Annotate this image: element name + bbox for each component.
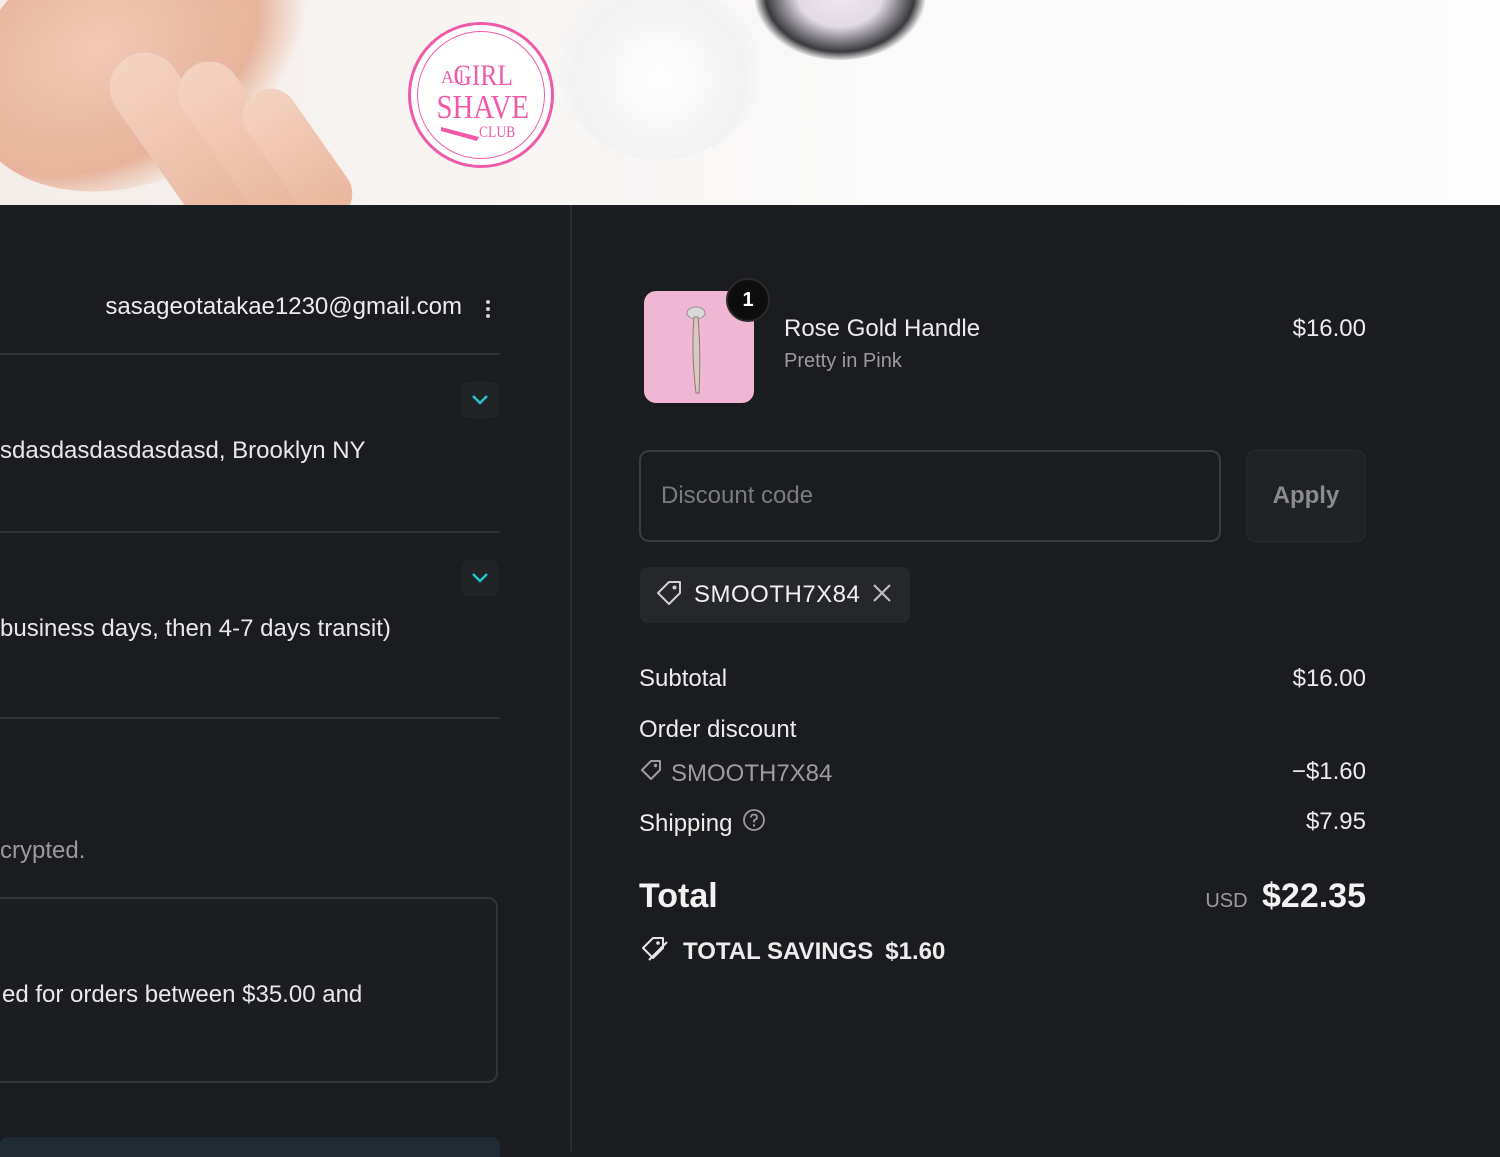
- discount-code-input[interactable]: [639, 450, 1221, 542]
- subtotal-label: Subtotal: [639, 665, 728, 692]
- help-circle-icon[interactable]: [742, 808, 766, 839]
- contact-email: sasageotatakae1230@gmail.com: [105, 293, 462, 320]
- savings-label: TOTAL SAVINGS: [683, 937, 874, 965]
- shipping-value: $7.95: [1305, 808, 1366, 835]
- currency-code: USD: [1205, 890, 1248, 912]
- applied-discount-code: SMOOTH7X84: [694, 581, 861, 608]
- tag-icon: [639, 758, 663, 789]
- savings-value: $1.60: [885, 937, 946, 965]
- total-label: Total: [639, 877, 718, 915]
- svg-text:CLUB: CLUB: [479, 124, 515, 141]
- divider: [0, 353, 500, 355]
- cream-jar-image: [560, 0, 760, 160]
- apply-discount-button[interactable]: Apply: [1246, 450, 1366, 542]
- total-amount: USD $22.35: [1092, 877, 1366, 916]
- order-discount-code-row: SMOOTH7X84: [639, 758, 832, 789]
- brand-logo[interactable]: All GIRL SHAVE CLUB: [408, 22, 554, 168]
- divider: [0, 717, 500, 719]
- subtotal-value: $16.00: [1292, 665, 1366, 692]
- jar-lid-image: [755, 0, 925, 60]
- divider: [0, 531, 500, 533]
- kebab-menu-icon[interactable]: [478, 297, 498, 325]
- shipping-label-row: Shipping: [639, 808, 766, 839]
- savings-tag-icon: [639, 933, 671, 970]
- tag-icon: [654, 578, 684, 613]
- payment-security-note: crypted.: [0, 837, 86, 864]
- product-price: $16.00: [1292, 315, 1366, 342]
- shipping-label: Shipping: [639, 809, 733, 837]
- notice-text: ed for orders between $35.00 and: [2, 981, 363, 1008]
- product-name: Rose Gold Handle: [784, 315, 981, 342]
- pay-button-edge[interactable]: [0, 1137, 500, 1157]
- ship-to-value: sdasdasdasdasdasd, Brooklyn NY: [0, 437, 366, 464]
- logo-wordmark: All GIRL SHAVE CLUB: [437, 59, 530, 141]
- total-value: $22.35: [1262, 877, 1366, 915]
- order-discount-value: −$1.60: [1291, 758, 1366, 785]
- chevron-down-icon[interactable]: [462, 382, 498, 418]
- header-banner: All GIRL SHAVE CLUB: [0, 0, 1500, 205]
- quantity-badge: 1: [726, 278, 770, 322]
- order-discount-code: SMOOTH7X84: [671, 759, 833, 787]
- product-variant: Pretty in Pink: [784, 350, 902, 372]
- applied-discount-chip: SMOOTH7X84: [640, 567, 911, 623]
- order-summary: 1 Rose Gold Handle Pretty in Pink $16.00…: [572, 205, 1500, 1151]
- payment-notice-box: ed for orders between $35.00 and: [0, 897, 498, 1083]
- svg-text:SHAVE: SHAVE: [437, 88, 530, 126]
- total-savings: TOTAL SAVINGS $1.60: [639, 933, 945, 970]
- chevron-down-icon[interactable]: [462, 560, 498, 596]
- order-discount-label: Order discount: [639, 716, 797, 743]
- checkout-left-column: sasageotatakae1230@gmail.com sdasdasdasd…: [0, 205, 570, 1157]
- close-icon[interactable]: [870, 581, 894, 610]
- shipping-method-value: business days, then 4-7 days transit): [0, 615, 391, 642]
